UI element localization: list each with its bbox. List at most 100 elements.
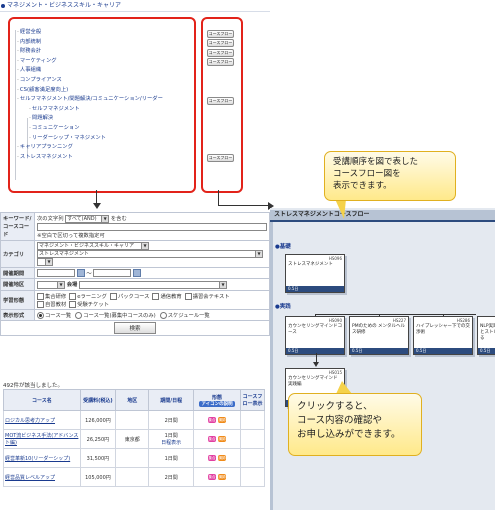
col-fee: 受講料(税込) — [79, 389, 117, 411]
calendar-icon[interactable] — [76, 269, 85, 277]
checkbox[interactable] — [37, 300, 44, 308]
icon-legend-button[interactable]: アイコンの説明 — [199, 400, 235, 407]
tree-item[interactable]: -CS(顧客満足度向上) — [17, 87, 68, 94]
tree-item[interactable]: -人事組織 — [17, 67, 41, 74]
results-body: ロジカル思考力アップ 126,000円 2日間 集合 講師 MOT流ビジネス手法(アドバン… — [3, 410, 266, 487]
result-count: 492件が該当しました。 — [3, 383, 63, 389]
course-flow-cell — [239, 410, 266, 430]
checkbox[interactable] — [152, 292, 160, 300]
tree-item-label: キャリアプランニング — [19, 144, 73, 151]
panel-scrollbar[interactable] — [270, 210, 273, 510]
chevron-down-icon: ▼ — [57, 281, 64, 288]
course-name-link[interactable]: ロジカル思考力アップ — [3, 410, 81, 430]
chevron-down-icon: ▼ — [101, 215, 109, 222]
tree-branch-icon: - — [29, 115, 31, 122]
instructor-icon: 講師 — [217, 417, 226, 423]
tree-item[interactable]: -コンプライアンス — [17, 77, 62, 84]
tree-item[interactable]: -内部統制 — [17, 39, 41, 46]
tree-branch-icon: - — [17, 38, 19, 45]
course-flow-button[interactable]: コースフロー — [207, 58, 234, 67]
tree-item[interactable]: -リーダーシップ・マネジメント — [29, 135, 106, 142]
radio-button[interactable] — [37, 311, 44, 319]
display-option[interactable]: コース一覧(募集中コースのみ) — [75, 311, 156, 319]
course-flow-button[interactable]: コースフロー — [207, 39, 234, 48]
category-select-3[interactable]: ▼ — [37, 257, 53, 266]
tree-branch-icon: - — [17, 144, 19, 151]
course-format: 集合 講師 — [193, 448, 241, 468]
display-option[interactable]: コース一覧 — [37, 311, 71, 319]
tree-item[interactable]: -問題解決 — [29, 115, 53, 122]
course-fee: 126,000円 — [79, 410, 117, 430]
radio-button[interactable] — [159, 311, 167, 319]
course-flow-button[interactable]: コースフロー — [207, 154, 234, 163]
checkbox[interactable] — [37, 292, 44, 300]
course-duration: 0.5日 — [478, 348, 495, 354]
tree-item[interactable]: -セルフマネジメント — [29, 106, 80, 113]
keyword-mode-suffix: を含む — [110, 216, 127, 222]
checkbox[interactable] — [69, 300, 77, 308]
section-basic: ●基礎 — [275, 244, 291, 250]
format-option[interactable]: 集合研修 — [37, 292, 66, 300]
checkbox[interactable] — [109, 292, 117, 300]
category-select-1[interactable]: マネジメント・ビジネススキル・キャリア ▼ — [37, 241, 149, 250]
course-flow-button[interactable]: コースフロー — [207, 96, 234, 105]
page-header: マネジメント・ビジネススキル・キャリア — [0, 0, 270, 9]
course-flow-button[interactable]: コースフロー — [207, 48, 234, 57]
period-start-input[interactable] — [37, 269, 75, 277]
format-option[interactable]: 通信教育 — [152, 292, 182, 300]
search-form: キーワード/コースコード 次の文字列 すべて(AND) ▼ を含む ※空白で区切っ… — [0, 212, 270, 336]
tree-item[interactable]: -セルフマネジメント/問題解決/コミュニケーション/リーダー — [17, 96, 163, 103]
course-duration: 0.5日 — [350, 348, 408, 354]
course-card-practice[interactable]: HS227 PMのための メンタルヘルス研修 0.5日 — [349, 316, 409, 355]
course-flow-button[interactable]: コースフロー — [207, 29, 234, 38]
course-card-practice[interactable]: HS090 カウンセリングマインドコース 0.5日 — [285, 316, 345, 355]
format-option-label: eラーニング — [77, 293, 107, 300]
course-format: 集合 講師 — [193, 429, 241, 449]
tree-item[interactable]: -財務会計 — [17, 48, 41, 55]
connector-line — [316, 314, 476, 315]
course-format: 集合 講師 — [193, 467, 241, 487]
display-option-label: スケジュール一覧 — [167, 312, 210, 319]
instructor-icon: 講師 — [217, 455, 226, 461]
course-region — [115, 410, 150, 430]
checkbox[interactable] — [69, 292, 77, 300]
course-name-link[interactable]: 経営品質レベルアップ — [3, 467, 81, 487]
keyword-input[interactable] — [37, 222, 267, 231]
radio-button[interactable] — [75, 311, 83, 319]
format-option[interactable]: 自習教材 — [37, 300, 66, 308]
category-select-2[interactable]: ストレスマネジメント ▼ — [37, 249, 263, 258]
period-text: 1日間 — [164, 455, 178, 462]
venue-label: 会場 — [66, 282, 78, 288]
search-button[interactable]: 検索 — [114, 321, 156, 334]
tree-item[interactable]: -キャリアプランニング — [17, 144, 73, 151]
format-option[interactable]: パックコース — [109, 292, 149, 300]
course-name-link[interactable]: MOT流ビジネス手法(アドバンスト編) — [3, 429, 81, 449]
keyword-mode-select[interactable]: すべて(AND) ▼ — [65, 214, 110, 223]
checkbox[interactable] — [184, 292, 192, 300]
format-option[interactable]: 受験チケット — [69, 300, 109, 308]
course-name-link[interactable]: 経営革新10(リーダーシップ) — [3, 448, 81, 468]
course-code: HS015 — [328, 370, 342, 375]
course-code: HS090 — [328, 318, 342, 323]
classroom-icon: 集合 — [207, 455, 216, 461]
calendar-icon[interactable] — [133, 269, 142, 277]
tree-item[interactable]: -コミュニケーション — [29, 125, 80, 132]
display-option[interactable]: スケジュール一覧 — [159, 311, 210, 319]
course-card-practice[interactable]: HS286NLP実践しメンタルヘルスとストレスをプラスに変える0.5日 — [477, 316, 495, 355]
course-card-practice[interactable]: HS286 ハイプレッシャー下での交渉術 0.5日 — [413, 316, 473, 355]
venue-select[interactable]: ▼ — [78, 280, 227, 289]
tree-item[interactable]: -マーケティング — [17, 58, 57, 65]
course-fee: 105,000円 — [79, 467, 117, 487]
tree-item[interactable]: -経営全般 — [17, 29, 41, 36]
format-option[interactable]: eラーニング — [69, 292, 107, 300]
tree-item[interactable]: -ストレスマネジメント — [17, 154, 73, 161]
tree-branch-icon: - — [17, 29, 19, 35]
schedule-link[interactable]: 日程表示 — [150, 439, 192, 446]
format-option[interactable]: 講習会テキスト — [184, 292, 230, 300]
course-card-basic[interactable]: HS096 ストレスマネジメント 0.5日 — [285, 254, 345, 293]
category-label: カテゴリ — [0, 239, 35, 268]
tree-item-label: 人事組織 — [19, 67, 42, 74]
callout-click: クリックすると、 コース内容の確認や お申し込みができます。 — [288, 393, 422, 456]
period-end-input[interactable] — [93, 269, 132, 277]
region-select[interactable]: ▼ — [37, 280, 65, 289]
